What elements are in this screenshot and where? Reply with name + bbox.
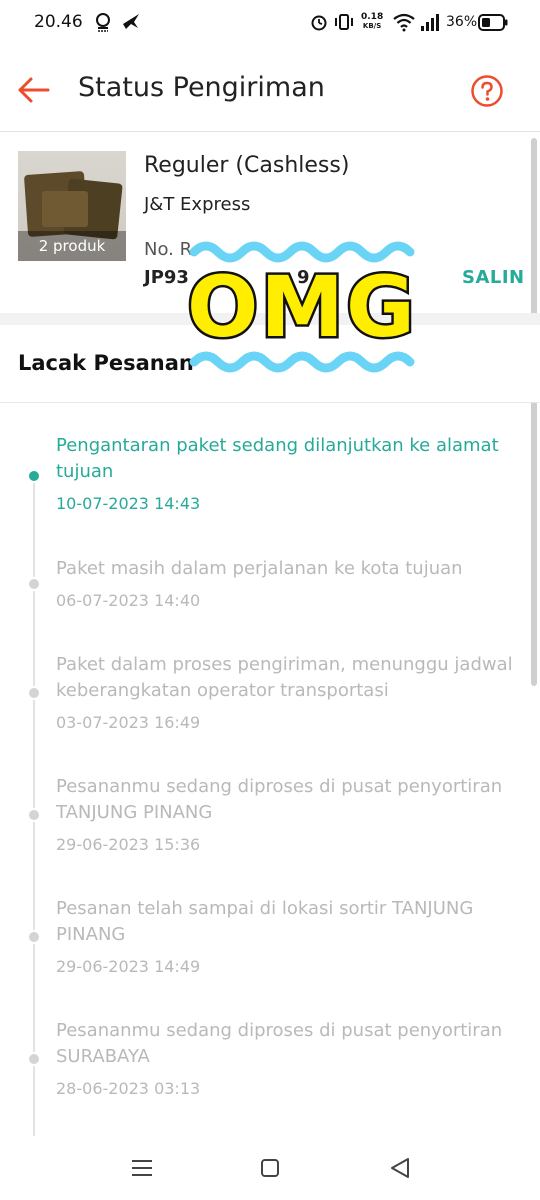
system-nav-bar (0, 1136, 540, 1200)
help-button[interactable] (470, 74, 504, 108)
resi-number-head: JP93 (144, 267, 189, 288)
status-bar: 20.46 0.18 KB/S 36% (0, 0, 540, 48)
scrollbar[interactable] (531, 138, 537, 686)
timeline-dot (27, 686, 41, 700)
event-text: Pesananmu sedang diproses di pusat penyo… (56, 776, 503, 823)
sticker-text: OMG (187, 258, 417, 356)
copy-resi-button[interactable]: SALIN (462, 267, 525, 288)
tracking-event: Pesananmu sedang diproses di pusat penyo… (56, 774, 526, 854)
vibrate-icon (335, 14, 353, 30)
product-count: 2 produk (18, 231, 126, 261)
net-speed: 0.18 KB/S (361, 12, 384, 31)
tracking-event: Paket masih dalam perjalanan ke kota tuj… (56, 556, 526, 610)
notification-icon (96, 13, 110, 32)
event-time: 10-07-2023 14:43 (56, 494, 201, 513)
back-button[interactable] (16, 72, 52, 108)
event-time: 29-06-2023 14:49 (56, 957, 201, 976)
timeline-dot (27, 577, 41, 591)
timeline-line (33, 476, 35, 1136)
event-time: 29-06-2023 15:36 (56, 835, 201, 854)
timeline-dot (27, 930, 41, 944)
page-title: Status Pengiriman (78, 72, 325, 103)
event-time: 06-07-2023 14:40 (56, 591, 201, 610)
product-image-part (42, 191, 88, 227)
shipping-service: Reguler (Cashless) (144, 153, 350, 178)
battery-percent: 36% (446, 14, 478, 30)
event-text: Pesananmu sedang diproses di pusat penyo… (56, 1020, 503, 1067)
sticker-wave-bottom (189, 351, 415, 373)
product-thumbnail[interactable]: 2 produk (18, 151, 126, 261)
event-text: Paket masih dalam perjalanan ke kota tuj… (56, 558, 463, 579)
event-time: 03-07-2023 16:49 (56, 713, 201, 732)
tracking-title: Lacak Pesanan (18, 351, 194, 375)
event-text: Pengantaran paket sedang dilanjutkan ke … (56, 435, 499, 482)
event-text: Pesanan telah sampai di lokasi sortir TA… (56, 898, 474, 945)
event-time: 28-06-2023 03:13 (56, 1079, 201, 1098)
back-triangle-icon[interactable] (386, 1154, 414, 1182)
tracking-event: Paket dalam proses pengiriman, menunggu … (56, 652, 526, 732)
app-header: Status Pengiriman (0, 48, 540, 132)
battery-icon (478, 14, 508, 31)
tracking-event: Pesananmu sedang diproses di pusat penyo… (56, 1018, 526, 1098)
event-text: Paket dalam proses pengiriman, menunggu … (56, 654, 513, 701)
courier-name: J&T Express (144, 194, 251, 215)
timeline-dot (27, 808, 41, 822)
wifi-icon (393, 13, 415, 32)
status-time: 20.46 (34, 12, 83, 32)
home-square-icon[interactable] (256, 1154, 284, 1182)
timeline-dot (27, 1052, 41, 1066)
tracking-event: Pengantaran paket sedang dilanjutkan ke … (56, 433, 526, 513)
alarm-icon (311, 15, 327, 31)
menu-icon[interactable] (128, 1154, 156, 1182)
bird-icon (123, 14, 139, 29)
sticker-wave-top (189, 241, 415, 263)
resi-label: No. R (144, 239, 193, 260)
signal-icon (421, 14, 439, 31)
tracking-event: Pesanan telah sampai di lokasi sortir TA… (56, 896, 526, 976)
omg-sticker: OMG (186, 241, 417, 373)
timeline-dot (27, 469, 41, 483)
